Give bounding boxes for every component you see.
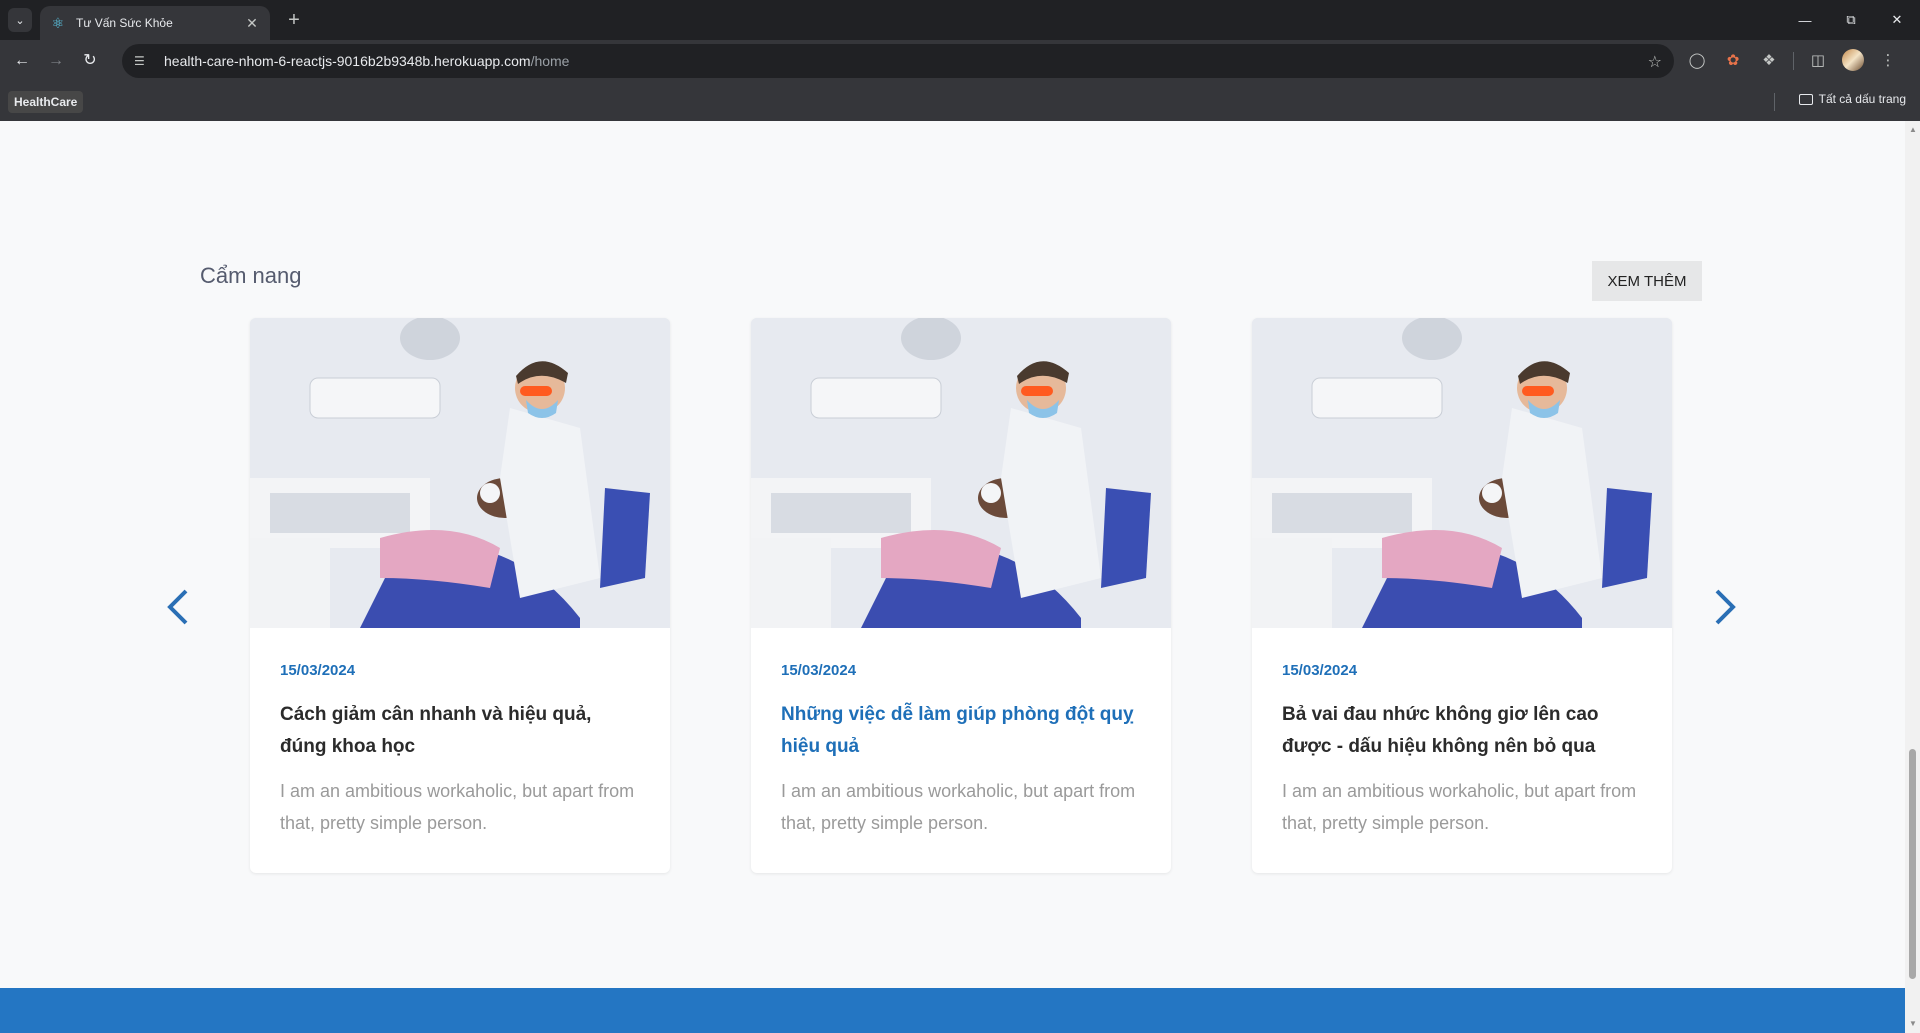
article-image[interactable] [1252, 318, 1672, 628]
card-body: 15/03/2024 Cách giảm cân nhanh và hiệu q… [250, 628, 670, 839]
page-scrollbar[interactable]: ▲ ▼ [1905, 121, 1920, 1033]
menu-kebab-icon[interactable]: ⋮ [1876, 49, 1900, 73]
article-title[interactable]: Bả vai đau nhức không giơ lên cao được -… [1282, 699, 1642, 763]
all-bookmarks-label: Tất cả dấu trang [1818, 92, 1906, 106]
article-card[interactable]: 15/03/2024 Cách giảm cân nhanh và hiệu q… [250, 318, 670, 873]
carousel-next-button[interactable] [1710, 587, 1740, 631]
new-tab-icon[interactable]: + [282, 9, 306, 33]
article-image[interactable] [751, 318, 1171, 628]
see-more-button[interactable]: XEM THÊM [1592, 261, 1702, 301]
url-host: health-care-nhom-6-reactjs-9016b2b9348b.… [164, 53, 531, 69]
bookmarks-bar: HealthCare Tất cả dấu trang [0, 82, 1920, 121]
forward-icon[interactable]: → [44, 49, 68, 73]
scroll-thumb[interactable] [1909, 749, 1916, 979]
article-date: 15/03/2024 [781, 662, 857, 679]
react-favicon-icon: ⚛ [51, 15, 65, 31]
profile-avatar[interactable] [1842, 49, 1864, 71]
tab-title: Tư Vấn Sức Khỏe [76, 16, 173, 30]
article-description: I am an ambitious workaholic, but apart … [781, 781, 1136, 833]
card-body: 15/03/2024 Những việc dễ làm giúp phòng … [751, 628, 1171, 839]
folder-icon [1798, 93, 1813, 105]
browser-toolbar: ← → ↻ ☰ health-care-nhom-6-reactjs-9016b… [0, 40, 1920, 82]
back-icon[interactable]: ← [10, 49, 34, 73]
tab-close-icon[interactable]: ✕ [244, 15, 260, 32]
article-title[interactable]: Cách giảm cân nhanh và hiệu quả, đúng kh… [280, 699, 640, 763]
url-path: /home [530, 53, 570, 69]
toolbar-divider [1793, 52, 1794, 70]
article-date: 15/03/2024 [280, 662, 356, 679]
window-controls: — ⧉ ✕ [1782, 0, 1920, 40]
article-description: I am an ambitious workaholic, but apart … [1282, 781, 1637, 833]
close-window-icon[interactable]: ✕ [1874, 0, 1920, 40]
scroll-up-icon[interactable]: ▲ [1909, 125, 1917, 134]
dentist-photo [1252, 318, 1672, 628]
scroll-down-icon[interactable]: ▼ [1909, 1019, 1917, 1028]
bookmark-star-icon[interactable]: ☆ [1648, 52, 1662, 72]
article-date: 15/03/2024 [1282, 662, 1358, 679]
reload-icon[interactable]: ↻ [78, 49, 102, 73]
extension-icons: ◯ ✿ ❖ ◫ ⋮ [1685, 49, 1900, 73]
card-body: 15/03/2024 Bả vai đau nhức không giơ lên… [1252, 628, 1672, 839]
browser-tab[interactable]: ⚛ Tư Vấn Sức Khỏe ✕ [40, 6, 270, 40]
bookmark-healthcare[interactable]: HealthCare [8, 91, 84, 113]
puzzle-extensions-icon[interactable]: ❖ [1757, 49, 1781, 73]
article-title[interactable]: Những việc dễ làm giúp phòng đột quỵ hiệ… [781, 699, 1141, 763]
browser-chrome: ⌄ ⚛ Tư Vấn Sức Khỏe ✕ + — ⧉ ✕ ← → ↻ ☰ he… [0, 0, 1920, 121]
article-card[interactable]: 15/03/2024 Những việc dễ làm giúp phòng … [751, 318, 1171, 873]
restore-icon[interactable]: ⧉ [1828, 0, 1874, 40]
chevron-left-icon [167, 589, 188, 625]
compass-extension-icon[interactable]: ◯ [1685, 49, 1709, 73]
dentist-photo [250, 318, 670, 628]
side-panel-icon[interactable]: ◫ [1806, 49, 1830, 73]
tab-strip: ⌄ ⚛ Tư Vấn Sức Khỏe ✕ + — ⧉ ✕ [0, 0, 1920, 40]
article-image[interactable] [250, 318, 670, 628]
chevron-right-icon [1715, 589, 1736, 625]
flower-extension-icon[interactable]: ✿ [1721, 49, 1745, 73]
footer-band [0, 988, 1905, 1033]
address-bar[interactable]: ☰ health-care-nhom-6-reactjs-9016b2b9348… [122, 44, 1674, 78]
carousel-prev-button[interactable] [163, 587, 193, 631]
tab-search-icon[interactable]: ⌄ [8, 8, 32, 32]
minimize-icon[interactable]: — [1782, 0, 1828, 40]
article-description: I am an ambitious workaholic, but apart … [280, 781, 635, 833]
dentist-photo [751, 318, 1171, 628]
article-card[interactable]: 15/03/2024 Bả vai đau nhức không giơ lên… [1252, 318, 1672, 873]
bookmarks-divider [1774, 93, 1775, 111]
site-info-icon[interactable]: ☰ [134, 54, 154, 68]
page-viewport: Cẩm nang XEM THÊM 15/03/2024 Cách giảm c… [0, 121, 1905, 1033]
all-bookmarks[interactable]: Tất cả dấu trang [1798, 92, 1906, 106]
url-text[interactable]: health-care-nhom-6-reactjs-9016b2b9348b.… [164, 53, 569, 69]
section-title: Cẩm nang [200, 263, 302, 288]
